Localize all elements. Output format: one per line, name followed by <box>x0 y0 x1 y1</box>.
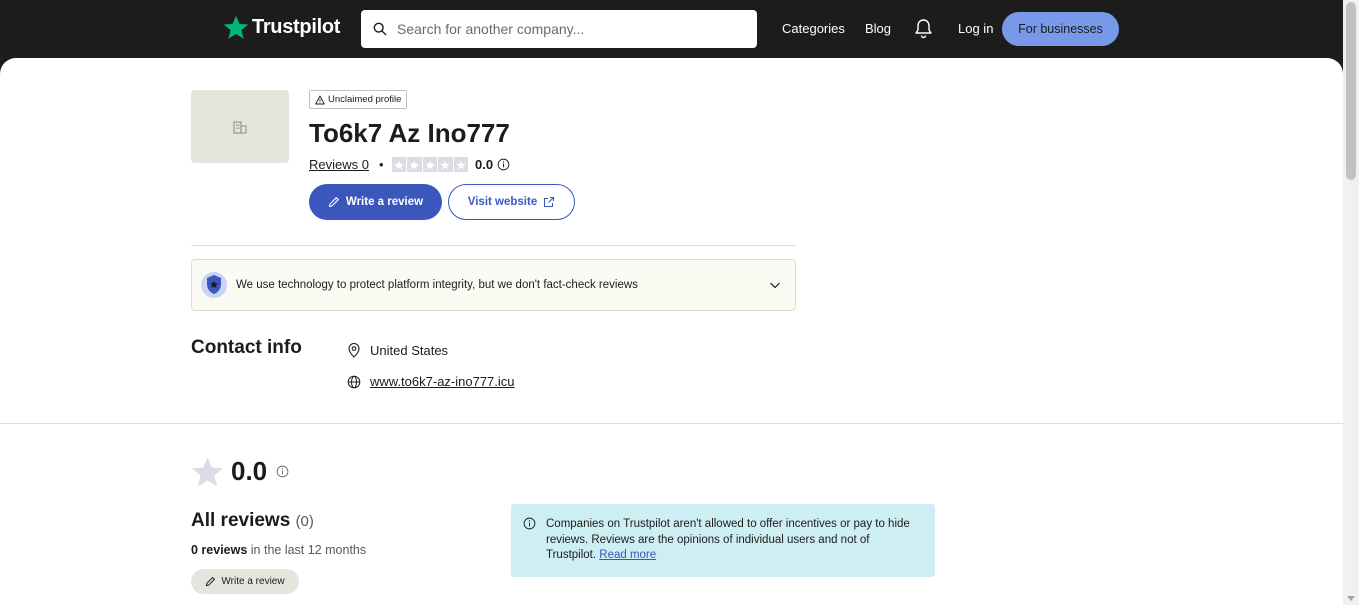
location-pin-icon <box>348 343 360 358</box>
company-page: Unclaimed profile To6k7 Az Ino777 Review… <box>0 58 1343 605</box>
badge-label: Unclaimed profile <box>328 94 402 105</box>
chevron-down-icon[interactable] <box>769 279 781 291</box>
star-icon <box>453 157 469 172</box>
contact-info-title: Contact info <box>191 337 302 358</box>
scrollbar-thumb[interactable] <box>1346 2 1356 180</box>
search-icon <box>373 22 387 36</box>
external-link-icon <box>544 196 555 208</box>
unclaimed-profile-badge[interactable]: Unclaimed profile <box>309 90 408 109</box>
write-review-small-button[interactable]: Write a review <box>191 569 299 594</box>
company-logo-placeholder <box>191 90 289 163</box>
star-icon <box>438 157 453 172</box>
all-reviews-count: (0) <box>295 513 314 530</box>
info-icon[interactable] <box>497 158 510 171</box>
overall-rating: 0.0 <box>191 455 289 488</box>
pencil-icon <box>206 577 216 587</box>
bell-icon[interactable] <box>914 18 933 39</box>
visit-website-button[interactable]: Visit website <box>448 184 575 220</box>
search-box[interactable] <box>361 10 757 48</box>
pencil-icon <box>328 197 339 208</box>
globe-icon <box>347 375 361 388</box>
reviews-period-text: in the last 12 months <box>247 543 367 557</box>
logo-text: Trustpilot <box>252 15 341 38</box>
reviews-count-link[interactable]: Reviews 0 <box>309 157 369 172</box>
integrity-banner[interactable]: We use technology to protect platform in… <box>191 259 796 311</box>
scroll-down-arrow[interactable] <box>1347 596 1355 601</box>
star-icon <box>407 157 422 172</box>
rating-row: Reviews 0 • 0.0 <box>309 157 510 172</box>
header-divider <box>191 245 796 246</box>
info-icon <box>523 517 536 530</box>
star-icon <box>191 457 224 487</box>
integrity-text: We use technology to protect platform in… <box>236 279 638 291</box>
separator-dot: • <box>378 157 384 172</box>
all-reviews-label: All reviews <box>191 510 291 531</box>
reviews-period-count: 0 reviews <box>191 543 248 557</box>
write-review-small-label: Write a review <box>221 576 285 587</box>
read-more-link[interactable]: Read more <box>599 549 656 561</box>
top-bar: Trustpilot Categories Blog Log in For bu… <box>0 0 1343 58</box>
reviews-period: 0 reviews in the last 12 months <box>191 543 366 557</box>
rating-value: 0.0 <box>475 157 494 172</box>
website-link[interactable]: www.to6k7-az-ino777.icu <box>370 374 515 389</box>
for-businesses-button[interactable]: For businesses <box>1002 12 1119 46</box>
warning-icon <box>315 95 325 104</box>
company-name: To6k7 Az Ino777 <box>309 118 510 148</box>
nav-login[interactable]: Log in <box>958 21 993 36</box>
shield-star-icon <box>201 272 227 298</box>
write-review-label: Write a review <box>345 196 424 208</box>
overall-rating-value: 0.0 <box>231 456 268 486</box>
visit-website-label: Visit website <box>467 196 538 208</box>
write-review-button[interactable]: Write a review <box>309 184 442 220</box>
incentives-notice: Companies on Trustpilot aren't allowed t… <box>511 504 935 577</box>
section-divider <box>0 423 1343 424</box>
search-input[interactable] <box>397 21 737 37</box>
star-logo-icon <box>223 15 249 39</box>
nav-blog[interactable]: Blog <box>865 21 891 36</box>
star-icon <box>391 157 407 172</box>
info-icon[interactable] <box>276 465 289 478</box>
star-icon <box>422 157 438 172</box>
nav-categories[interactable]: Categories <box>782 21 845 36</box>
trustpilot-logo[interactable]: Trustpilot <box>223 14 340 40</box>
contact-country: United States <box>370 343 449 358</box>
all-reviews-heading: All reviews (0) <box>191 510 314 532</box>
star-rating <box>391 157 469 172</box>
building-icon <box>233 120 247 134</box>
contact-location: United States <box>347 343 448 358</box>
contact-website: www.to6k7-az-ino777.icu <box>347 374 515 389</box>
